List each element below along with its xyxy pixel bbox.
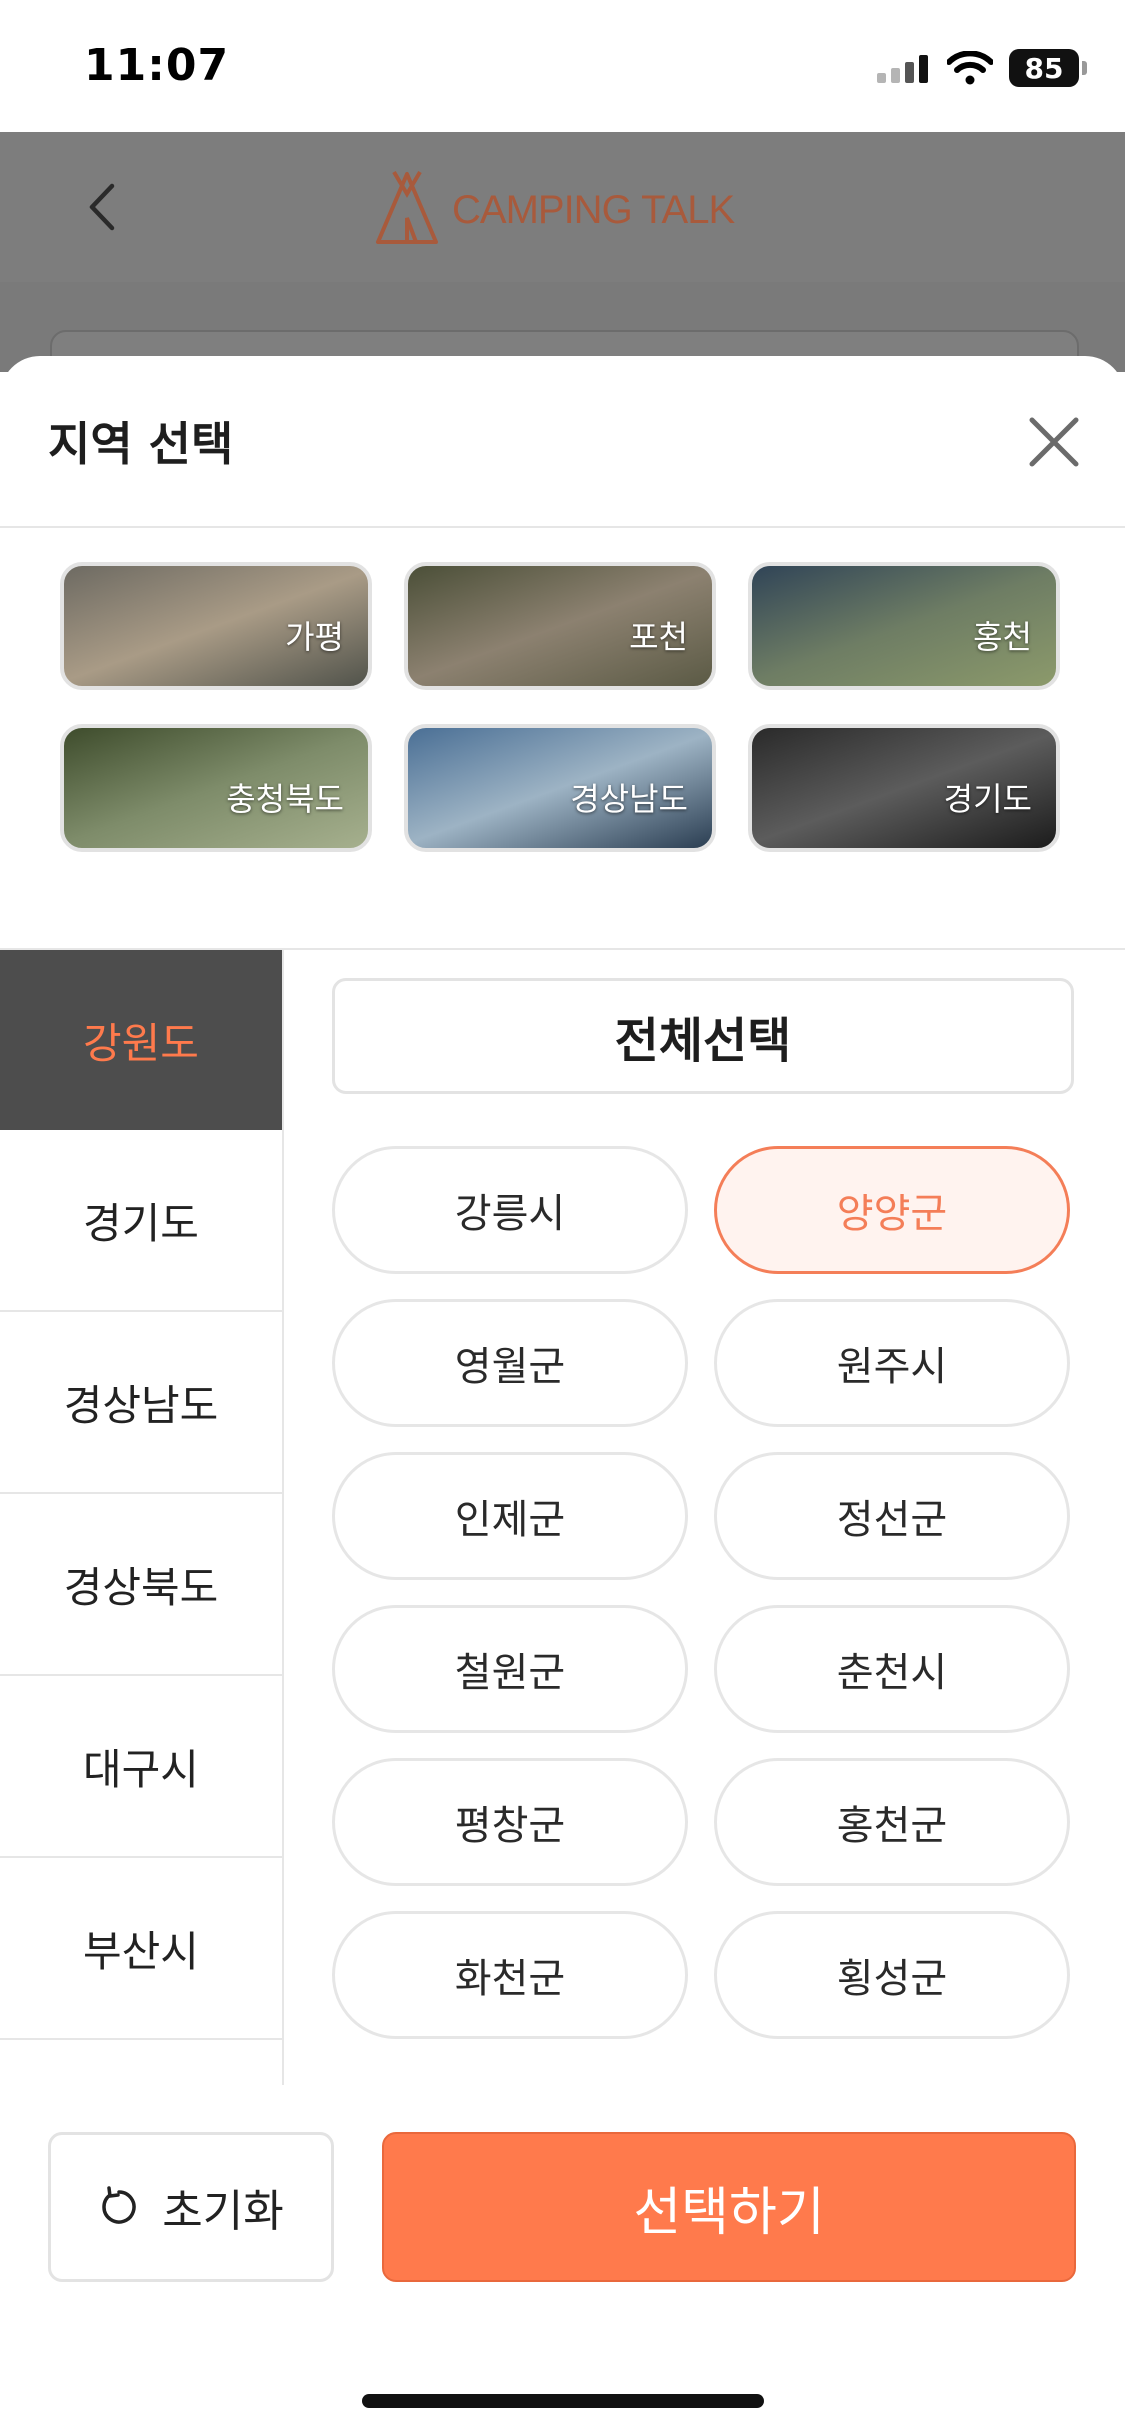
district-chip[interactable]: 양양군 — [714, 1146, 1070, 1274]
district-chip[interactable]: 평창군 — [332, 1758, 688, 1886]
reset-button[interactable]: 초기화 — [48, 2132, 334, 2282]
quick-region-tile[interactable]: 홍천 — [748, 562, 1060, 690]
quick-region-tile[interactable]: 경상남도 — [404, 724, 716, 852]
sidebar-item-province[interactable]: 대구시 — [0, 1676, 282, 1858]
sidebar-item-province[interactable]: 부산시 — [0, 1858, 282, 2040]
sidebar-item-province[interactable]: 경상남도 — [0, 1312, 282, 1494]
quick-region-label: 가평 — [285, 618, 344, 656]
close-icon[interactable] — [1022, 410, 1086, 474]
reset-label: 초기화 — [162, 2186, 284, 2237]
sidebar-item-province[interactable]: 경상북도 — [0, 1494, 282, 1676]
home-indicator — [362, 2394, 764, 2408]
quick-region-grid: 가평 포천 홍천 충청북도 경상남도 경기도 — [0, 528, 1125, 950]
sidebar-item-province[interactable]: 경기도 — [0, 1130, 282, 1312]
quick-region-label: 홍천 — [973, 618, 1032, 656]
quick-region-tile[interactable]: 가평 — [60, 562, 372, 690]
quick-region-tile[interactable]: 포천 — [404, 562, 716, 690]
reset-icon — [102, 2186, 136, 2224]
district-chip[interactable]: 원주시 — [714, 1299, 1070, 1427]
district-chip[interactable]: 정선군 — [714, 1452, 1070, 1580]
district-chip[interactable]: 횡성군 — [714, 1911, 1070, 2039]
select-all-button[interactable]: 전체선택 — [332, 978, 1074, 1094]
back-arrow-icon[interactable] — [80, 182, 130, 232]
status-bar: 11:07 85 — [0, 0, 1125, 132]
quick-region-tile[interactable]: 충청북도 — [60, 724, 372, 852]
app-header: CAMPING TALK — [0, 132, 1125, 282]
signal-icon — [877, 55, 928, 83]
sheet-header: 지역 선택 — [0, 356, 1125, 528]
quick-region-label: 경상남도 — [570, 780, 688, 818]
region-select-sheet: 지역 선택 가평 포천 홍천 충청북도 경상남도 경기도 강원도 경기도 경상남… — [0, 356, 1125, 2436]
submit-select-button[interactable]: 선택하기 — [382, 2132, 1076, 2282]
district-chip[interactable]: 화천군 — [332, 1911, 688, 2039]
district-chip[interactable]: 홍천군 — [714, 1758, 1070, 1886]
district-chip[interactable]: 인제군 — [332, 1452, 688, 1580]
quick-region-label: 포천 — [629, 618, 688, 656]
district-chip[interactable]: 춘천시 — [714, 1605, 1070, 1733]
status-time: 11:07 — [84, 40, 230, 91]
quick-region-label: 충청북도 — [226, 780, 344, 818]
battery-indicator: 85 — [1009, 49, 1087, 87]
tent-logo-icon — [376, 170, 438, 244]
sheet-footer: 초기화 선택하기 — [0, 2116, 1125, 2436]
district-chip[interactable]: 철원군 — [332, 1605, 688, 1733]
district-chip[interactable]: 강릉시 — [332, 1146, 688, 1274]
sidebar-item-province[interactable]: 강원도 — [0, 950, 282, 1130]
province-sidebar: 강원도 경기도 경상남도 경상북도 대구시 부산시 — [0, 950, 284, 2085]
quick-region-tile[interactable]: 경기도 — [748, 724, 1060, 852]
wifi-icon — [947, 51, 993, 85]
status-indicators: 85 — [877, 46, 1087, 90]
logo-text: CAMPING TALK — [452, 187, 735, 232]
app-logo: CAMPING TALK — [372, 168, 735, 252]
sheet-title: 지역 선택 — [48, 417, 234, 471]
district-chip[interactable]: 영월군 — [332, 1299, 688, 1427]
quick-region-label: 경기도 — [943, 780, 1032, 818]
